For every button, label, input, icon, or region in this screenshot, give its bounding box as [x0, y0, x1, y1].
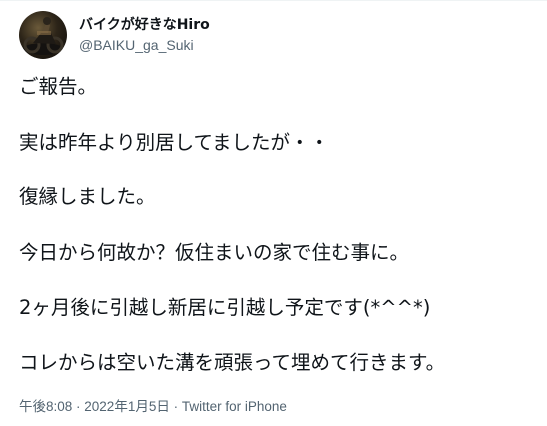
- tweet-line: 実は昨年より別居してましたが・・: [19, 131, 330, 154]
- author-names: バイクが好きなHiro @BAIKU_ga_Suki: [79, 16, 210, 55]
- meta-separator: ·: [72, 399, 85, 414]
- tweet-time[interactable]: 午後8:08: [19, 399, 72, 414]
- tweet-line: ご報告。: [19, 75, 98, 98]
- display-name[interactable]: バイクが好きなHiro: [79, 16, 210, 35]
- tweet-header: バイクが好きなHiro @BAIKU_ga_Suki: [19, 11, 210, 59]
- motorcycle-rider-icon: [23, 17, 64, 55]
- tweet-line: コレからは空いた溝を頑張って埋めて行きます。: [19, 351, 446, 374]
- tweet-source[interactable]: Twitter for iPhone: [182, 399, 287, 414]
- tweet-meta: 午後8:08 · 2022年1月5日 · Twitter for iPhone: [19, 397, 287, 417]
- tweet-line: 2ヶ月後に引越し新居に引越し予定です(*^^*): [19, 296, 431, 319]
- tweet-line: 今日から何故か？仮住まいの家で住む事に。: [19, 241, 410, 264]
- tweet-date[interactable]: 2022年1月5日: [84, 399, 170, 414]
- meta-separator: ·: [169, 399, 182, 414]
- tweet-card: バイクが好きなHiro @BAIKU_ga_Suki ご報告。 実は昨年より別居…: [0, 0, 547, 426]
- user-handle[interactable]: @BAIKU_ga_Suki: [79, 36, 210, 55]
- tweet-line: 復縁しました。: [19, 185, 156, 208]
- avatar[interactable]: [19, 11, 67, 59]
